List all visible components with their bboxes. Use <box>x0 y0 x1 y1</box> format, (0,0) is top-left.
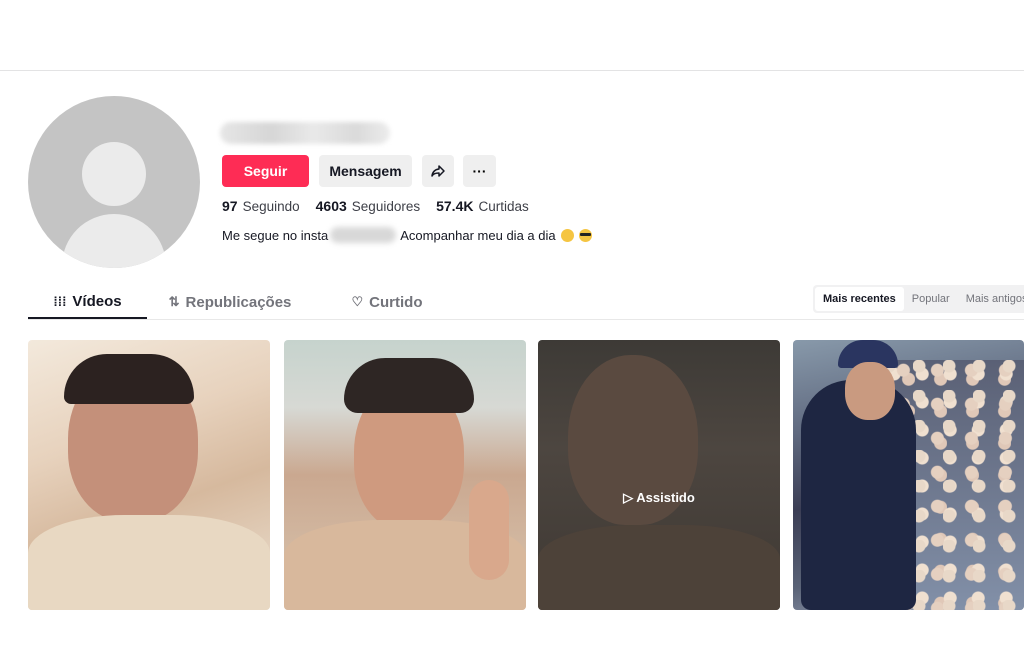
sort-popular[interactable]: Popular <box>904 287 958 311</box>
avatar-placeholder-head <box>82 142 146 206</box>
smiling-emoji-icon <box>560 228 574 242</box>
sort-oldest[interactable]: Mais antigos <box>958 287 1024 311</box>
tab-liked[interactable]: ♡ Curtido <box>327 285 447 319</box>
sort-toggle: Mais recentes Popular Mais antigos <box>813 285 1024 313</box>
video-thumbnail-2[interactable] <box>284 340 526 610</box>
avatar-placeholder-body <box>62 214 166 268</box>
watched-overlay: ▷ Assistido <box>623 490 695 505</box>
tab-videos-label: Vídeos <box>72 292 122 310</box>
tab-liked-label: Curtido <box>369 293 423 311</box>
followers-label: Seguidores <box>351 199 421 214</box>
follow-button[interactable]: Seguir <box>222 155 309 187</box>
bio-text-start: Me segue no insta <box>222 227 329 243</box>
profile-tabs: ⁞⁞⁞ Vídeos ⇅ Republicações ♡ Curtido <box>28 285 447 321</box>
thumbnail-2-hand <box>469 480 509 580</box>
stat-following[interactable]: 97 Seguindo <box>222 198 300 214</box>
thumbnail-1-shirt <box>28 515 270 610</box>
header-divider <box>0 70 1024 71</box>
profile-stats: 97 Seguindo 4603 Seguidores 57.4K Curtid… <box>222 198 545 214</box>
avatar[interactable] <box>28 96 200 268</box>
profile-bio: Me segue no insta Acompanhar meu dia a d… <box>222 227 592 243</box>
repost-icon: ⇅ <box>168 294 180 309</box>
sunglasses-emoji-icon <box>578 228 592 242</box>
tab-reposts[interactable]: ⇅ Republicações <box>147 285 313 319</box>
thumbnail-3-shirt <box>538 525 780 610</box>
likes-label: Curtidas <box>478 199 529 214</box>
share-button[interactable] <box>422 155 454 187</box>
more-options-button[interactable]: ··· <box>463 155 496 187</box>
message-button[interactable]: Mensagem <box>319 155 412 187</box>
thumbnail-2-hair <box>344 358 474 413</box>
tab-videos[interactable]: ⁞⁞⁞ Vídeos <box>28 285 147 319</box>
username-blurred <box>220 122 390 144</box>
thumbnail-4-face <box>845 362 895 420</box>
heart-icon: ♡ <box>351 294 364 309</box>
tabs-divider <box>28 319 1024 320</box>
following-label: Seguindo <box>242 199 300 214</box>
video-thumbnail-4[interactable] <box>793 340 1024 610</box>
video-thumbnail-1[interactable] <box>28 340 270 610</box>
stat-likes: 57.4K Curtidas <box>436 198 529 214</box>
tab-reposts-label: Republicações <box>185 293 292 311</box>
stat-followers[interactable]: 4603 Seguidores <box>316 198 420 214</box>
following-count: 97 <box>222 198 238 214</box>
bio-blurred-handle <box>330 227 397 243</box>
followers-count: 4603 <box>315 198 347 214</box>
grid-icon: ⁞⁞⁞ <box>53 293 67 309</box>
likes-count: 57.4K <box>436 198 474 214</box>
bio-text-end: Acompanhar meu dia a dia <box>400 227 556 243</box>
video-thumbnail-3[interactable]: ▷ Assistido <box>538 340 780 610</box>
thumbnail-1-hair <box>64 354 194 404</box>
share-icon <box>431 165 445 177</box>
sort-latest[interactable]: Mais recentes <box>815 287 904 311</box>
